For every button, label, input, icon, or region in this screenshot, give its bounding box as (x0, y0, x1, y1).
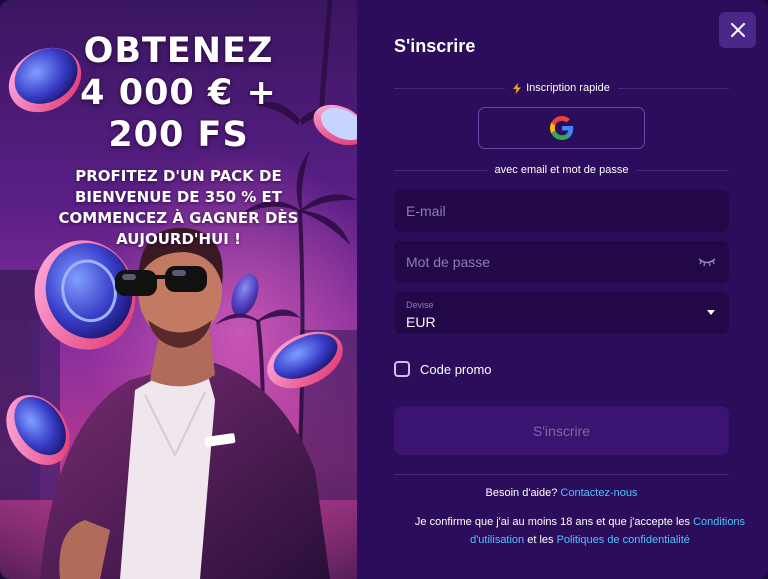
divider-line (394, 87, 506, 89)
contact-link[interactable]: Contactez-nous (560, 487, 637, 499)
promo-banner: OBTENEZ 4 000 € + 200 FS PROFITEZ D'UN P… (0, 0, 357, 579)
help-text: Besoin d'aide? (485, 487, 558, 499)
close-icon (730, 23, 745, 37)
subtext-line: AUJOURD'HUI ! (116, 230, 241, 248)
google-signup-button[interactable] (478, 107, 645, 149)
subtext-line: COMMENCEZ À GAGNER DÈS (58, 209, 299, 227)
eye-closed-icon[interactable] (697, 254, 717, 268)
close-button[interactable] (719, 12, 756, 48)
headline-line: 4 000 € + (80, 73, 277, 113)
quick-signup-label: Inscription rapide (513, 82, 610, 94)
subtext-line: PROFITEZ D'UN PACK DE (75, 167, 282, 185)
signup-submit-button[interactable]: S'inscrire (394, 406, 729, 455)
google-g-icon (549, 116, 573, 140)
legal-prefix: Je confirme que j'ai au moins 18 ans et … (414, 516, 691, 528)
quick-signup-divider: Inscription rapide (394, 81, 729, 95)
email-field[interactable] (394, 190, 729, 232)
help-row: Besoin d'aide? Contactez-nous (394, 487, 729, 499)
currency-select[interactable]: Devise EUR (394, 292, 729, 334)
promo-subtext: PROFITEZ D'UN PACK DE BIENVENUE DE 350 %… (49, 166, 309, 250)
email-password-divider: avec email et mot de passe (394, 163, 729, 177)
subtext-line: BIENVENUE DE 350 % ET (74, 188, 283, 206)
divider-line (636, 169, 729, 171)
legal-and: et les (527, 534, 554, 546)
caret-down-icon (707, 310, 715, 315)
privacy-link[interactable]: Politiques de confidentialité (557, 534, 690, 546)
currency-value: EUR (406, 314, 436, 330)
promo-headline: OBTENEZ 4 000 € + 200 FS (0, 30, 357, 156)
promo-text-block: OBTENEZ 4 000 € + 200 FS PROFITEZ D'UN P… (0, 30, 357, 250)
lightning-icon (513, 82, 522, 94)
divider-line (394, 169, 487, 171)
headline-line: 200 FS (108, 115, 249, 155)
form-title: S'inscrire (394, 36, 476, 56)
headline-line: OBTENEZ (83, 31, 274, 71)
promo-code-label[interactable]: Code promo (420, 362, 492, 377)
email-field-wrapper (394, 190, 729, 232)
password-field-wrapper (394, 241, 729, 283)
divider-line (617, 87, 729, 89)
promo-code-row: Code promo (394, 359, 492, 379)
currency-label: Devise (406, 300, 434, 310)
legal-text: Je confirme que j'ai au moins 18 ans et … (394, 513, 766, 549)
signup-modal: OBTENEZ 4 000 € + 200 FS PROFITEZ D'UN P… (0, 0, 768, 579)
promo-code-checkbox[interactable] (394, 361, 410, 377)
quick-signup-text: Inscription rapide (526, 82, 610, 94)
password-field[interactable] (394, 241, 729, 283)
footer-divider (394, 474, 729, 475)
email-password-label: avec email et mot de passe (494, 164, 629, 176)
